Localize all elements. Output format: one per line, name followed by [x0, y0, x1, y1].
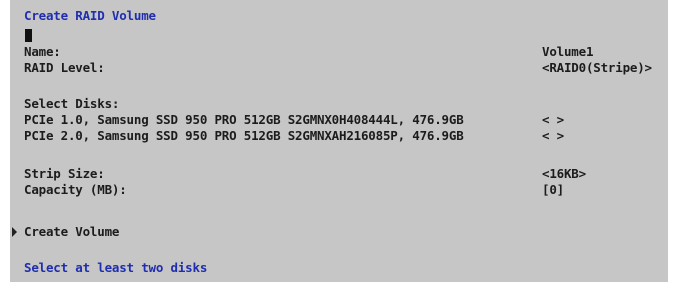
- text-cursor: [25, 29, 32, 42]
- name-label: Name:: [24, 44, 61, 59]
- bios-raid-screen: Create RAID Volume Name: Volume1 RAID Le…: [10, 0, 668, 282]
- disk-1-checkbox[interactable]: < >: [542, 113, 564, 127]
- capacity-field[interactable]: [0]: [542, 183, 564, 197]
- raid-level-select[interactable]: <RAID0(Stripe)>: [542, 61, 652, 75]
- name-field[interactable]: Volume1: [542, 45, 593, 59]
- status-message: Select at least two disks: [24, 260, 208, 275]
- strip-size-label: Strip Size:: [24, 166, 105, 181]
- disk-1-label: PCIe 1.0, Samsung SSD 950 PRO 512GB S2GM…: [24, 112, 464, 127]
- capacity-label: Capacity (MB):: [24, 182, 127, 197]
- select-disks-heading: Select Disks:: [24, 96, 120, 111]
- raid-level-label: RAID Level:: [24, 60, 105, 75]
- disk-2-label: PCIe 2.0, Samsung SSD 950 PRO 512GB S2GM…: [24, 128, 464, 143]
- selection-arrow-icon: [12, 227, 17, 237]
- strip-size-select[interactable]: <16KB>: [542, 167, 586, 181]
- create-volume-button[interactable]: Create Volume: [24, 225, 119, 239]
- disk-2-checkbox[interactable]: < >: [542, 129, 564, 143]
- page-title: Create RAID Volume: [24, 8, 156, 23]
